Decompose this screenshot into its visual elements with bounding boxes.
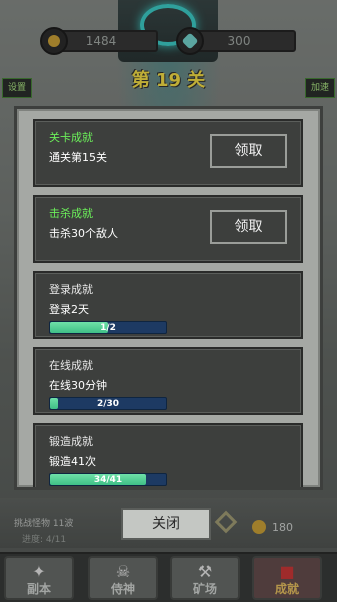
achievement-card: 登录成就 登录2天 1/2	[33, 271, 303, 339]
claim-button[interactable]: 领取	[210, 134, 287, 168]
achievement-card: 在线成就 在线30分钟 2/30	[33, 347, 303, 415]
progress-text: 2/30	[96, 399, 120, 409]
achievement-title: 关卡成就	[49, 131, 93, 144]
achievement-card: 关卡成就 通关第15关 领取	[33, 119, 303, 187]
progress-bar: 2/30	[49, 397, 167, 410]
achievement-title: 锻造成就	[49, 435, 93, 448]
progress-text: 1/2	[100, 323, 116, 333]
claim-button[interactable]: 领取	[210, 210, 287, 244]
progress-bar: 34/41	[49, 473, 167, 486]
achievement-modal: 关卡成就 通关第15关 领取 击杀成就 击杀30个敌人 领取 登录成就 登录2天…	[14, 106, 323, 490]
achievement-title: 登录成就	[49, 283, 93, 296]
achievement-title: 在线成就	[49, 359, 93, 372]
achievement-desc: 击杀30个敌人	[49, 227, 118, 240]
achievement-card: 锻造成就 锻造41次 34/41	[33, 423, 303, 487]
progress-text: 34/41	[93, 475, 123, 485]
achievement-desc: 通关第15关	[49, 151, 107, 164]
achievement-desc: 锻造41次	[49, 455, 96, 468]
achievement-card: 击杀成就 击杀30个敌人 领取	[33, 195, 303, 263]
progress-bar: 1/2	[49, 321, 167, 334]
achievement-desc: 在线30分钟	[49, 379, 107, 392]
achievement-desc: 登录2天	[49, 303, 89, 316]
achievement-title: 击杀成就	[49, 207, 93, 220]
close-button[interactable]: 关闭	[121, 508, 211, 540]
